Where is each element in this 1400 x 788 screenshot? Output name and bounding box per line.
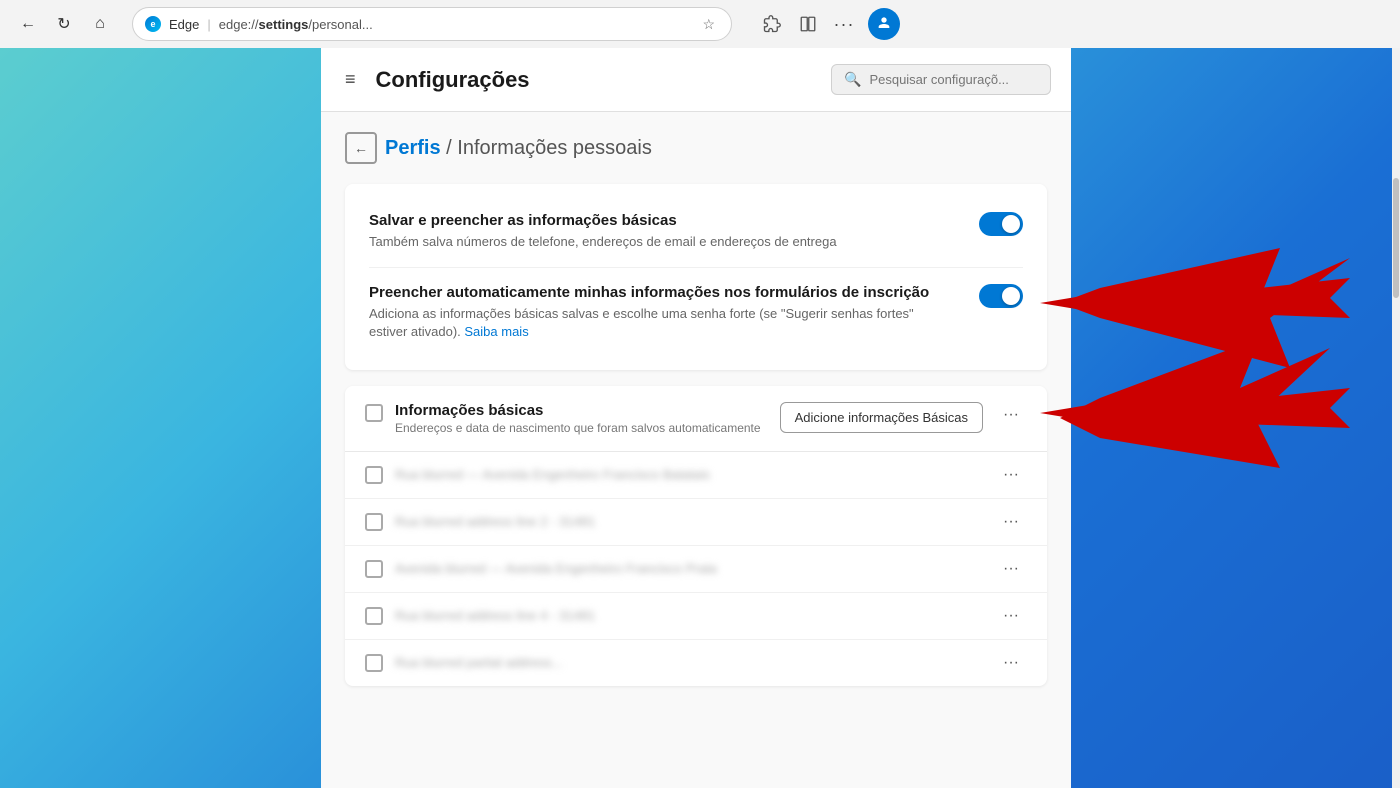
list-row-3-text: Avenida blurred — Avenida Engenheiro Fra… [395,561,983,576]
toggle-autofill[interactable] [979,284,1023,308]
setting-save-fill-desc: Também salva números de telefone, endere… [369,233,955,251]
arrow-1 [1060,248,1350,368]
arrow-2 [1060,338,1330,468]
scrollbar-thumb[interactable] [1393,178,1399,298]
list-row-1-text: Rua blurred — Avenida Engenheiro Francis… [395,467,983,482]
refresh-button[interactable]: ↻ [48,8,80,40]
list-row-1-checkbox[interactable] [365,466,383,484]
list-row-5-checkbox[interactable] [365,654,383,672]
basic-info-select-all-checkbox[interactable] [365,404,383,422]
list-item: Rua blurred address line 2 - 31481 ··· [345,499,1047,546]
list-row-3-checkbox[interactable] [365,560,383,578]
basic-info-card: Informações básicas Endereços e data de … [345,386,1047,686]
list-row-4-more-button[interactable]: ··· [995,603,1027,629]
setting-autofill-title: Preencher automaticamente minhas informa… [369,284,955,301]
browser-toolbar-icons: ··· [756,8,900,40]
nav-buttons: ← ↻ ⌂ [12,8,116,40]
setting-autofill-desc: Adiciona as informações básicas salvas e… [369,305,955,341]
list-row-2-text: Rua blurred address line 2 - 31481 [395,514,983,529]
toggles-card: Salvar e preencher as informações básica… [345,184,1047,370]
list-row-3-more-button[interactable]: ··· [995,556,1027,582]
basic-info-more-button[interactable]: ··· [995,402,1027,428]
more-button[interactable]: ··· [828,8,860,40]
setting-row-save-fill: Salvar e preencher as informações básica… [369,204,1023,259]
basic-info-desc: Endereços e data de nascimento que foram… [395,421,768,435]
list-row-1-more-button[interactable]: ··· [995,462,1027,488]
list-item: Rua blurred partial address... ··· [345,640,1047,686]
list-row-4-text: Rua blurred address line 4 - 31481 [395,608,983,623]
red-arrow-2 [1040,378,1350,448]
list-row-4-checkbox[interactable] [365,607,383,625]
add-basic-info-button[interactable]: Adicione informações Básicas [780,402,983,433]
settings-page-title: Configurações [376,67,815,93]
back-button[interactable]: ← [12,8,44,40]
list-row-2-checkbox[interactable] [365,513,383,531]
breadcrumb-current-page: Informações pessoais [457,137,652,159]
hamburger-menu-button[interactable]: ≡ [341,65,360,94]
setting-save-fill-text: Salvar e preencher as informações básica… [369,212,955,251]
red-arrow-1 [1040,268,1350,338]
address-bar[interactable]: e Edge | edge://settings/personal... ☆ [132,7,732,41]
favorite-button[interactable]: ☆ [698,14,719,35]
profile-button[interactable] [868,8,900,40]
setting-row-autofill: Preencher automaticamente minhas informa… [369,267,1023,349]
settings-panel: ≡ Configurações 🔍 ← Perfis / Informações… [321,48,1071,788]
basic-info-header-text: Informações básicas Endereços e data de … [395,402,768,435]
edge-label: Edge [169,17,199,32]
setting-autofill-text: Preencher automaticamente minhas informa… [369,284,955,341]
list-row-5-text: Rua blurred partial address... [395,655,983,670]
toggle-save-fill[interactable] [979,212,1023,236]
learn-more-link[interactable]: Saiba mais [464,324,528,339]
page-content: ← Perfis / Informações pessoais Salvar e… [321,112,1071,722]
list-item: Rua blurred — Avenida Engenheiro Francis… [345,452,1047,499]
settings-search-input[interactable] [869,72,1038,87]
breadcrumb-separator: / [446,137,457,159]
settings-header: ≡ Configurações 🔍 [321,48,1071,112]
split-screen-button[interactable] [792,8,824,40]
setting-save-fill-title: Salvar e preencher as informações básica… [369,212,955,229]
scrollbar[interactable] [1392,48,1400,788]
basic-info-title: Informações básicas [395,402,768,419]
list-row-2-more-button[interactable]: ··· [995,509,1027,535]
basic-info-header: Informações básicas Endereços e data de … [345,386,1047,452]
browser-toolbar: ← ↻ ⌂ e Edge | edge://settings/personal.… [0,0,1400,48]
address-url: edge://settings/personal... [219,17,373,32]
main-wrapper: ≡ Configurações 🔍 ← Perfis / Informações… [0,48,1400,788]
edge-logo-icon: e [145,16,161,32]
breadcrumb-back-button[interactable]: ← [345,132,377,164]
search-icon: 🔍 [844,71,861,88]
settings-search-box[interactable]: 🔍 [831,64,1051,95]
breadcrumb-text: Perfis / Informações pessoais [385,137,652,160]
list-item: Avenida blurred — Avenida Engenheiro Fra… [345,546,1047,593]
list-row-5-more-button[interactable]: ··· [995,650,1027,676]
breadcrumb: ← Perfis / Informações pessoais [345,132,1047,164]
list-item: Rua blurred address line 4 - 31481 ··· [345,593,1047,640]
breadcrumb-profiles-link[interactable]: Perfis [385,137,441,159]
home-button[interactable]: ⌂ [84,8,116,40]
extensions-button[interactable] [756,8,788,40]
